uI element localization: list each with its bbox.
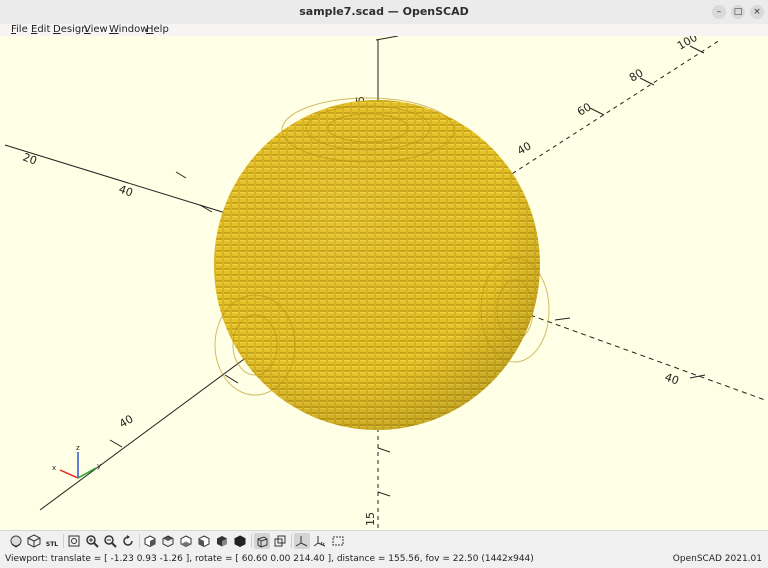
view-right-icon bbox=[144, 535, 156, 548]
version-label: OpenSCAD 2021.01 bbox=[672, 554, 762, 564]
preview-button[interactable] bbox=[8, 533, 24, 549]
y-tick-label-100: 100 bbox=[675, 36, 700, 53]
show-axes-button[interactable] bbox=[294, 533, 310, 549]
gizmo-x-label: x bbox=[52, 464, 56, 472]
view-bottom-button[interactable] bbox=[178, 533, 194, 549]
x-tick-label-40: 40 bbox=[663, 371, 681, 388]
menu-help[interactable]: Help bbox=[146, 24, 169, 36]
z-neg-tick-label: 15 bbox=[364, 512, 377, 526]
orthogonal-icon bbox=[274, 535, 286, 547]
gizmo-y-label: y bbox=[97, 462, 101, 470]
x-neg-tick-label-40: 40 bbox=[117, 183, 135, 200]
view-all-button[interactable] bbox=[66, 533, 82, 549]
axes-gizmo: z y x bbox=[52, 444, 101, 479]
menu-file[interactable]: File bbox=[11, 24, 28, 36]
zoom-in-icon bbox=[86, 535, 99, 548]
title-bar[interactable]: sample7.scad — OpenSCAD – □ × bbox=[0, 0, 768, 25]
toolbar-separator bbox=[139, 534, 140, 548]
render-button[interactable] bbox=[26, 533, 42, 549]
perspective-button[interactable] bbox=[254, 533, 270, 549]
openscad-window: sample7.scad — OpenSCAD – □ × File Edit … bbox=[0, 0, 768, 568]
y-tick-label-60: 60 bbox=[575, 100, 594, 118]
show-edges-button[interactable] bbox=[330, 533, 346, 549]
show-scale-markers-button[interactable] bbox=[312, 533, 328, 549]
axes-icon bbox=[295, 536, 308, 547]
view-toolbar: STL bbox=[0, 530, 768, 551]
view-top-button[interactable] bbox=[160, 533, 176, 549]
reset-view-icon bbox=[123, 535, 133, 546]
zoom-out-button[interactable] bbox=[102, 533, 118, 549]
x-neg-tick-label-20: 20 bbox=[21, 151, 39, 168]
gizmo-z-label: z bbox=[76, 444, 80, 452]
menu-edit[interactable]: Edit bbox=[31, 24, 50, 36]
view-front-button[interactable] bbox=[214, 533, 230, 549]
status-bar: Viewport: translate = [ -1.23 0.93 -1.26… bbox=[0, 551, 768, 568]
view-front-icon bbox=[217, 536, 227, 547]
voxel-sphere-model[interactable] bbox=[214, 97, 550, 430]
orthogonal-button[interactable] bbox=[272, 533, 288, 549]
view-right-button[interactable] bbox=[142, 533, 158, 549]
y-neg-tick-label-40: 40 bbox=[117, 412, 136, 430]
toolbar-separator bbox=[63, 534, 64, 548]
maximize-button[interactable]: □ bbox=[731, 5, 745, 19]
render-cube-icon bbox=[27, 534, 41, 548]
viewport-canvas[interactable]: 15 100 80 60 40 20 40 20 40 40 20 15 bbox=[0, 36, 768, 530]
scale-markers-icon bbox=[313, 536, 326, 547]
zoom-in-button[interactable] bbox=[84, 533, 100, 549]
toolbar-separator bbox=[251, 534, 252, 548]
edges-icon bbox=[332, 536, 344, 546]
toolbar-separator bbox=[291, 534, 292, 548]
stl-label: STL bbox=[45, 541, 59, 548]
view-left-button[interactable] bbox=[196, 533, 212, 549]
view-bottom-icon bbox=[180, 535, 192, 548]
zoom-out-icon bbox=[104, 535, 117, 548]
menu-bar: File Edit Design View Window Help bbox=[0, 24, 768, 36]
close-button[interactable]: × bbox=[750, 5, 764, 19]
viewport-status: Viewport: translate = [ -1.23 0.93 -1.26… bbox=[5, 554, 534, 564]
minimize-button[interactable]: – bbox=[712, 5, 726, 19]
preview-icon bbox=[10, 535, 22, 548]
menu-window[interactable]: Window bbox=[109, 24, 148, 36]
3d-viewport[interactable]: 15 100 80 60 40 20 40 20 40 40 20 15 bbox=[0, 36, 768, 530]
menu-design[interactable]: Design bbox=[53, 24, 88, 36]
menu-view[interactable]: View bbox=[84, 24, 108, 36]
reset-view-button[interactable] bbox=[120, 533, 136, 549]
y-tick-label-40: 40 bbox=[515, 139, 534, 157]
perspective-icon bbox=[257, 536, 268, 548]
view-back-button[interactable] bbox=[232, 533, 248, 549]
view-top-icon bbox=[162, 535, 174, 548]
view-all-icon bbox=[68, 535, 80, 547]
view-left-icon bbox=[198, 535, 210, 548]
y-tick-label-80: 80 bbox=[627, 66, 646, 84]
view-back-icon bbox=[234, 535, 246, 548]
export-stl-button[interactable]: STL bbox=[44, 533, 60, 549]
window-title: sample7.scad — OpenSCAD bbox=[299, 5, 469, 18]
